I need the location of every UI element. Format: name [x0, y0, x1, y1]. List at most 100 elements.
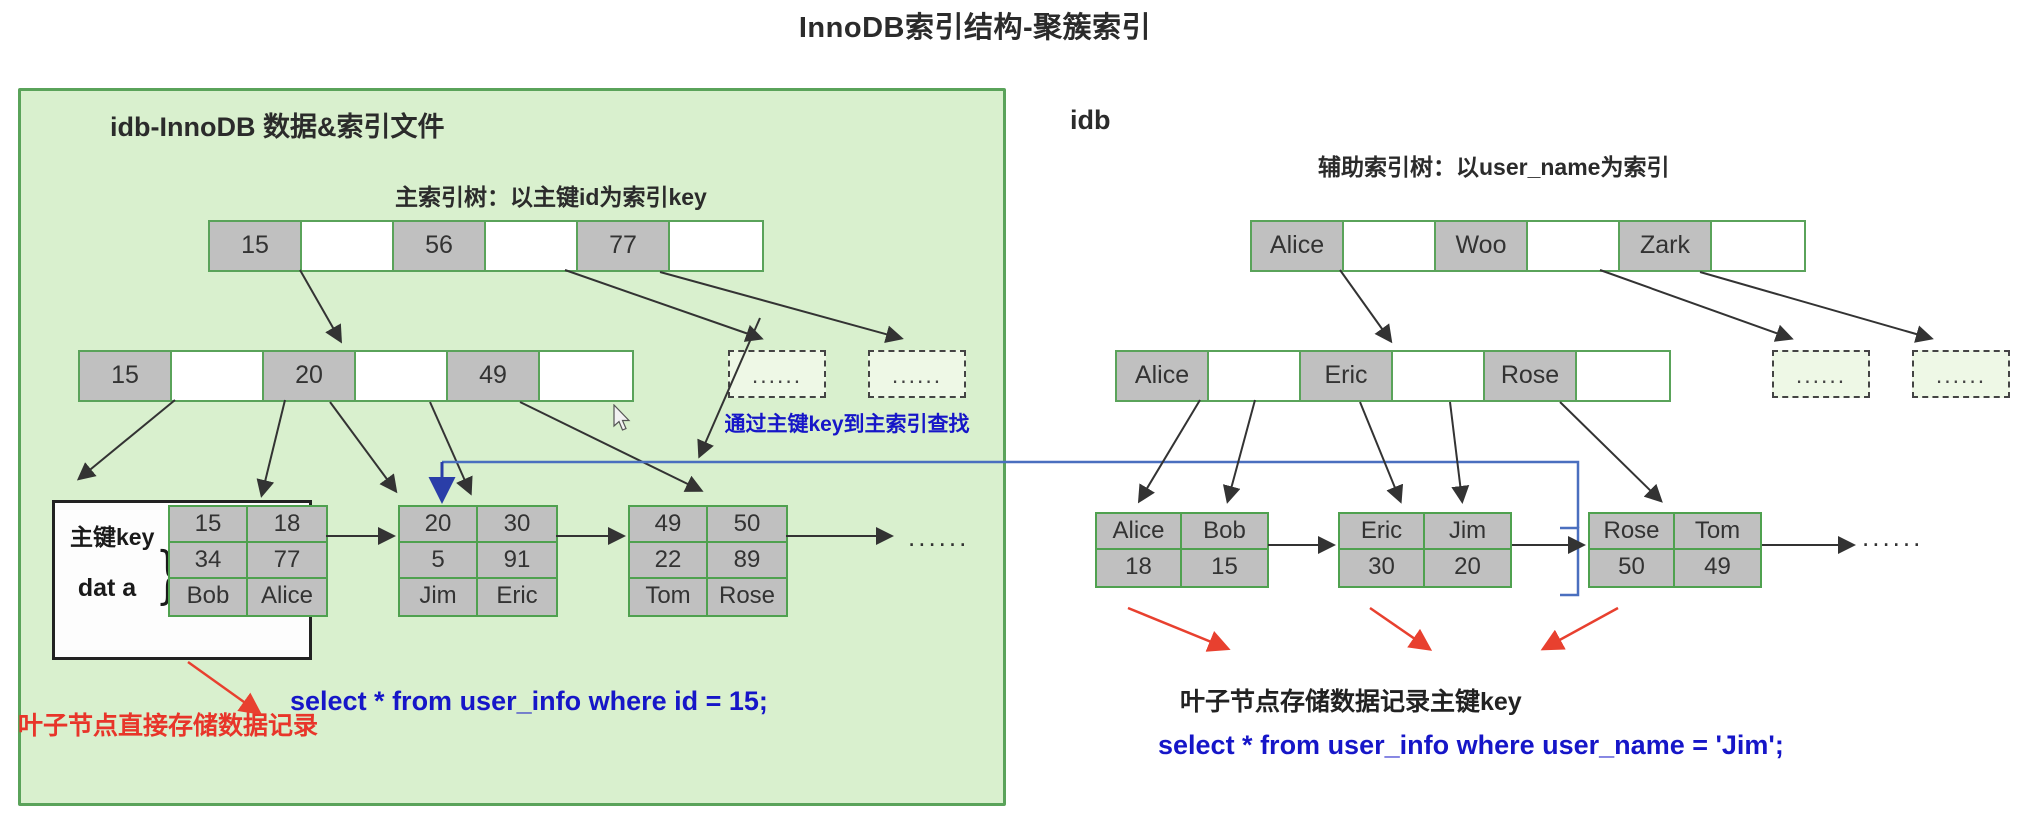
leaf-row-keys: 18 15: [1097, 550, 1267, 586]
primary-key-label: 主键key: [70, 524, 155, 550]
leaf-cell: 30: [1340, 550, 1425, 586]
mouse-cursor: [613, 404, 631, 431]
node-cell: [356, 352, 448, 400]
left-dashed-node-1: ......: [728, 350, 826, 398]
node-cell: ......: [1935, 362, 1987, 388]
leaf-row-keys: 50 49: [1590, 550, 1760, 586]
node-cell: [670, 222, 762, 270]
leaf-cell: 49: [1675, 550, 1760, 586]
node-cell: [302, 222, 394, 270]
leaf-row-data2: Jim Eric: [400, 579, 556, 615]
leaf-cell: 50: [708, 507, 786, 543]
leaf-row-keys: 49 50: [630, 507, 786, 543]
left-leaf-1: 15 18 34 77 Bob Alice: [168, 505, 328, 617]
right-panel-heading: idb: [1070, 105, 1111, 135]
right-leaf-2: Eric Jim 30 20: [1338, 512, 1512, 588]
node-cell: Zark: [1620, 222, 1712, 270]
node-cell: Alice: [1117, 352, 1209, 400]
node-cell: 49: [448, 352, 540, 400]
lookup-annotation: 通过主键key到主索引查找: [724, 413, 970, 436]
left-leaf-2: 20 30 5 91 Jim Eric: [398, 505, 558, 617]
left-level2-node: 15 20 49: [78, 350, 634, 402]
right-tree-edges: [1339, 269, 1934, 344]
right-dashed-node-1: ......: [1772, 350, 1870, 398]
leaf-row-keys: 20 30: [400, 507, 556, 543]
leaf-cell: Rose: [708, 579, 786, 615]
right-sql-statement: select * from user_info where user_name …: [1158, 730, 1784, 760]
node-cell: ......: [751, 362, 803, 388]
right-leaf-3: Rose Tom 50 49: [1588, 512, 1762, 588]
leaf-cell: Tom: [630, 579, 708, 615]
node-cell: [1209, 352, 1301, 400]
leaf-cell: 91: [478, 543, 556, 579]
node-cell: 15: [80, 352, 172, 400]
leaf-cell: 18: [248, 507, 326, 543]
leaf-cell: Jim: [1425, 514, 1510, 550]
leaf-row-data1: 34 77: [170, 543, 326, 579]
leaf-cell: 5: [400, 543, 478, 579]
leaf-cell: Bob: [170, 579, 248, 615]
node-cell: [1528, 222, 1620, 270]
leaf-row-names: Alice Bob: [1097, 514, 1267, 550]
leaf-cell: Eric: [1340, 514, 1425, 550]
leaf-cell: 49: [630, 507, 708, 543]
node-cell: Rose: [1485, 352, 1577, 400]
node-cell: [1712, 222, 1804, 270]
right-leaf-1: Alice Bob 18 15: [1095, 512, 1269, 588]
right-panel-subheading: 辅助索引树：以user_name为索引: [1318, 154, 1670, 180]
right-leaf-note: 叶子节点存储数据记录主键key: [1180, 688, 1522, 716]
left-leaf-3: 49 50 22 89 Tom Rose: [628, 505, 788, 617]
node-cell: ......: [1795, 362, 1847, 388]
leaf-cell: 20: [1425, 550, 1510, 586]
node-cell: [172, 352, 264, 400]
leaf-cell: Alice: [248, 579, 326, 615]
leaf-row-data2: Bob Alice: [170, 579, 326, 615]
left-leaf-note: 叶子节点直接存储数据记录: [18, 712, 319, 740]
leaf-cell: 30: [478, 507, 556, 543]
node-cell: 77: [578, 222, 670, 270]
leaf-row-names: Rose Tom: [1590, 514, 1760, 550]
page-title: InnoDB索引结构-聚簇索引: [798, 12, 1152, 44]
node-cell: [1393, 352, 1485, 400]
right-root-node: Alice Woo Zark: [1250, 220, 1806, 272]
right-dashed-node-2: ......: [1912, 350, 2010, 398]
node-cell: 56: [394, 222, 486, 270]
left-panel-heading: idb-InnoDB 数据&索引文件: [110, 112, 445, 142]
right-level2-node: Alice Eric Rose: [1115, 350, 1671, 402]
leaf-cell: Bob: [1182, 514, 1267, 550]
leaf-row-names: Eric Jim: [1340, 514, 1510, 550]
right-level2-edges: [1137, 399, 1663, 504]
leaf-row-keys: 15 18: [170, 507, 326, 543]
left-sql-statement: select * from user_info where id = 15;: [290, 686, 768, 716]
node-cell: [486, 222, 578, 270]
leaf-cell: 50: [1590, 550, 1675, 586]
leaf-row-keys: 30 20: [1340, 550, 1510, 586]
leaf-cell: Alice: [1097, 514, 1182, 550]
leaf-cell: Jim: [400, 579, 478, 615]
node-cell: [1577, 352, 1669, 400]
leaf-row-data1: 22 89: [630, 543, 786, 579]
node-cell: Woo: [1436, 222, 1528, 270]
left-root-node: 15 56 77: [208, 220, 764, 272]
leaf-cell: 77: [248, 543, 326, 579]
leaf-cell: 15: [1182, 550, 1267, 586]
node-cell: 20: [264, 352, 356, 400]
node-cell: 15: [210, 222, 302, 270]
node-cell: Eric: [1301, 352, 1393, 400]
leaf-row-data1: 5 91: [400, 543, 556, 579]
right-red-annotation-arrows: [1127, 606, 1619, 652]
node-cell: Alice: [1252, 222, 1344, 270]
right-leaf-tail-ellipsis: ......: [1862, 522, 1924, 552]
node-cell: ......: [891, 362, 943, 388]
left-dashed-node-2: ......: [868, 350, 966, 398]
leaf-cell: 89: [708, 543, 786, 579]
node-cell: [540, 352, 632, 400]
data-label: dat a: [77, 574, 137, 602]
leaf-cell: Tom: [1675, 514, 1760, 550]
leaf-cell: 20: [400, 507, 478, 543]
left-leaf-tail-ellipsis: ......: [908, 522, 970, 552]
leaf-cell: 15: [170, 507, 248, 543]
left-panel-subheading: 主索引树：以主键id为索引key: [395, 184, 707, 210]
node-cell: [1344, 222, 1436, 270]
player-logo-icon: [1927, 733, 2005, 805]
